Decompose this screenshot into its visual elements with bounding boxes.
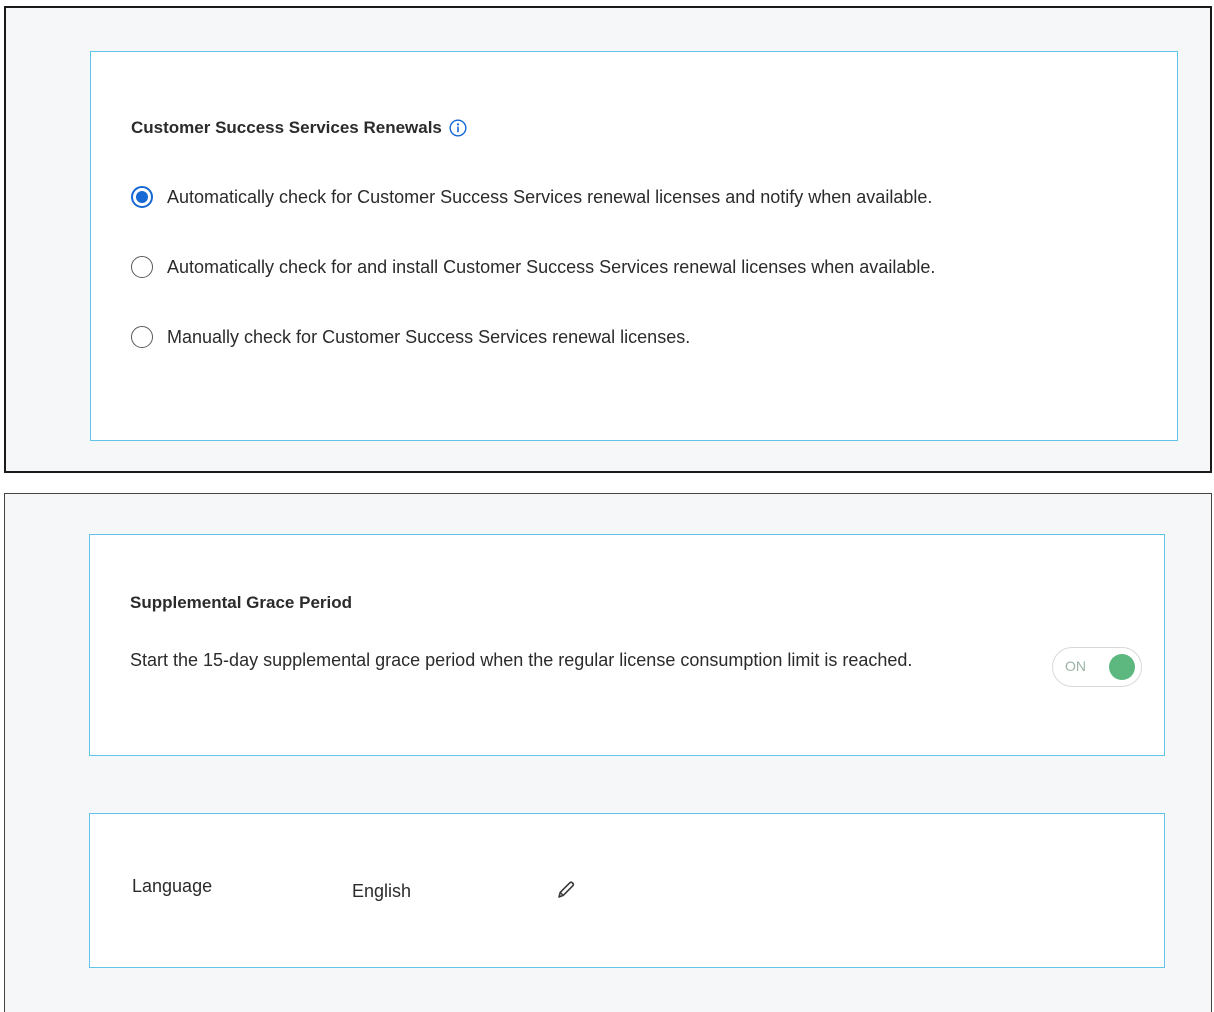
pencil-icon[interactable] xyxy=(554,878,578,902)
renewals-card: Customer Success Services Renewals Autom… xyxy=(90,51,1178,441)
grace-period-title-text: Supplemental Grace Period xyxy=(130,593,353,612)
language-label: Language xyxy=(132,876,213,896)
language-card: Language English xyxy=(89,813,1165,968)
toggle-state-label: ON xyxy=(1065,658,1086,674)
renewals-panel: Customer Success Services Renewals Autom… xyxy=(4,6,1212,473)
info-icon[interactable] xyxy=(449,119,467,137)
grace-period-description: Start the 15-day supplemental grace peri… xyxy=(130,650,913,670)
grace-period-toggle[interactable]: ON xyxy=(1052,647,1142,687)
settings-panel: Supplemental Grace Period Start the 15-d… xyxy=(4,493,1212,1012)
renewal-option-install[interactable]: Automatically check for and install Cust… xyxy=(131,256,935,278)
renewal-option-manual-label: Manually check for Customer Success Serv… xyxy=(167,326,691,347)
renewal-option-install-label: Automatically check for and install Cust… xyxy=(167,256,936,277)
radio-button-notify[interactable] xyxy=(131,186,153,208)
radio-button-install[interactable] xyxy=(131,256,153,278)
renewals-title: Customer Success Services Renewals xyxy=(131,118,467,138)
toggle-knob xyxy=(1109,654,1135,680)
grace-period-card: Supplemental Grace Period Start the 15-d… xyxy=(89,534,1165,756)
renewals-title-text: Customer Success Services Renewals xyxy=(131,118,442,137)
renewal-option-manual[interactable]: Manually check for Customer Success Serv… xyxy=(131,326,690,348)
language-value: English xyxy=(352,881,412,901)
grace-period-title: Supplemental Grace Period xyxy=(130,593,352,613)
radio-button-manual[interactable] xyxy=(131,326,153,348)
renewal-option-notify[interactable]: Automatically check for Customer Success… xyxy=(131,186,932,208)
renewal-option-notify-label: Automatically check for Customer Success… xyxy=(167,186,933,207)
